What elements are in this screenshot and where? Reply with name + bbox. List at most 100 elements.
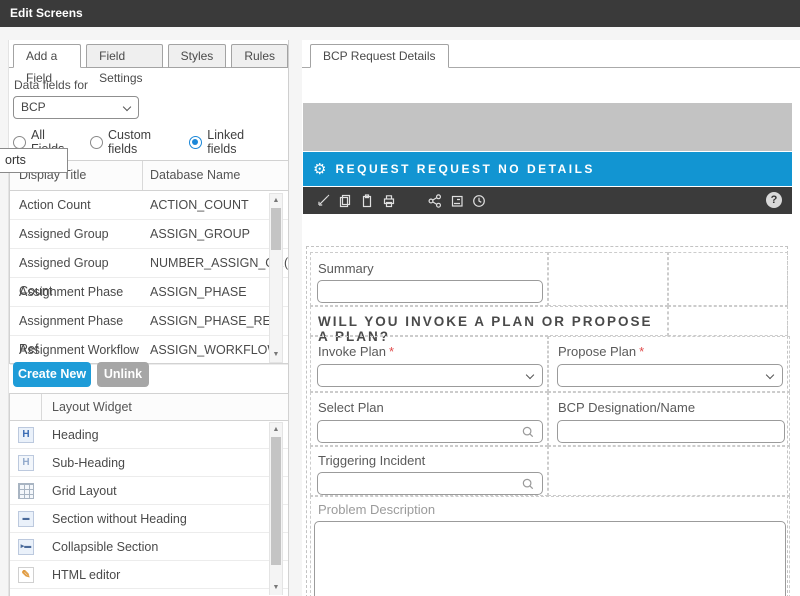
chevron-down-icon [525,370,535,380]
cell-display-title: Assignment Phase [19,285,124,299]
widget-row-section-without-heading[interactable]: ▬ Section without Heading [10,505,288,533]
help-icon[interactable]: ? [766,192,782,208]
widget-label: HTML editor [52,567,121,582]
table-row[interactable]: Assignment Workflow ASSIGN_WORKFLOW [10,336,288,365]
entity-select-value: BCP [21,100,46,114]
cell-bcp-designation: BCP Designation/Name [548,392,790,446]
problem-description-textarea[interactable] [314,521,786,596]
history-icon[interactable] [471,193,487,209]
widget-row-heading[interactable]: H Heading [10,421,288,449]
table-row[interactable]: Assignment Phase Ref ASSIGN_PHASE_REF [10,307,288,356]
unlink-button[interactable]: Unlink [97,362,149,387]
select-plan-input[interactable] [317,420,543,443]
label-text: Invoke Plan [318,344,386,359]
widget-row-sub-heading[interactable]: H Sub-Heading [10,449,288,477]
fields-table-scrollbar[interactable]: ▲ ▼ [269,193,283,363]
cell-database-name: ASSIGN_GROUP [150,227,251,241]
required-marker: * [639,344,645,359]
scroll-up-icon[interactable]: ▲ [270,424,282,436]
linked-fields-table: Display Title Database Name Action Count… [9,160,289,365]
tab-styles[interactable]: Styles [167,44,227,68]
copy-icon[interactable] [337,193,353,209]
field-editor-panel: Add a Field Field Settings Styles Rules … [8,40,289,596]
search-icon [521,425,535,444]
table-row[interactable]: Assigned Group ASSIGN_GROUP [10,220,288,249]
layout-widget-table: Layout Widget H Heading H Sub-Heading Gr… [9,393,289,596]
tab-add-a-field[interactable]: Add a Field [13,44,82,85]
icon-column-header [10,394,42,420]
table-row[interactable]: Assigned Group Count NUMBER_ASSIGN_GR( [10,249,288,298]
search-icon [521,477,535,496]
scroll-up-icon[interactable]: ▲ [270,195,282,207]
sub-heading-icon: H [18,454,34,471]
cell-database-name: ACTION_COUNT [150,198,249,212]
cell-display-title: Assigned Group Count [19,256,109,298]
propose-plan-select[interactable] [557,364,783,387]
problem-description-label: Problem Description [318,502,436,517]
widget-row-html-editor[interactable]: ✎ HTML editor [10,561,288,589]
table-row[interactable]: Action Count ACTION_COUNT [10,191,288,220]
tab-bcp-request-details[interactable]: BCP Request Details [310,44,449,68]
empty-cell [668,306,788,336]
chevron-down-icon [765,370,775,380]
triggering-incident-input[interactable] [317,472,543,495]
radio-custom-fields-label[interactable]: Custom fields [108,128,175,156]
form-toolbar: ? [303,187,792,214]
radio-linked-fields-label[interactable]: Linked fields [207,128,269,156]
data-fields-for-label: Data fields for [14,78,89,92]
collapsible-section-icon: ▸▬ [18,538,34,555]
widget-row-collapsible-section[interactable]: ▸▬ Collapsible Section [10,533,288,561]
tab-rules[interactable]: Rules [231,44,288,68]
gear-icon[interactable]: ⚙ [313,160,326,178]
widget-label: Heading [52,427,99,442]
html-editor-icon: ✎ [18,566,34,583]
print-icon[interactable] [381,193,397,209]
radio-all-fields[interactable] [13,135,26,149]
cell-database-name: ASSIGN_PHASE [150,285,247,299]
cell-invoke-plan: Invoke Plan * [310,336,548,392]
create-new-button[interactable]: Create New [13,362,91,387]
invoke-plan-select[interactable] [317,364,543,387]
chevron-down-icon [122,102,132,112]
widget-label: Section without Heading [52,511,187,526]
bcp-designation-input[interactable] [557,420,785,443]
section-header-title: REQUEST REQUEST NO DETAILS [335,162,595,176]
grid-layout-icon [18,482,34,499]
window-title: Edit Screens [10,6,83,20]
scroll-down-icon[interactable]: ▼ [270,582,282,594]
left-tabrow: Add a Field Field Settings Styles Rules [9,44,288,85]
radio-custom-fields[interactable] [90,135,104,149]
paste-icon[interactable] [359,193,375,209]
triggering-incident-label: Triggering Incident [318,453,426,468]
scrollbar-thumb[interactable] [271,437,281,565]
cell-database-name: ASSIGN_WORKFLOW [150,343,280,357]
share-icon[interactable] [427,193,443,209]
collapse-icon[interactable] [315,193,331,209]
widget-label: Sub-Heading [52,455,125,470]
col-database-name: Database Name [142,161,288,190]
empty-cell [548,446,790,496]
layout-widget-header: Layout Widget [10,394,288,421]
entity-select[interactable]: BCP [13,96,139,119]
screen-preview-panel: BCP Request Details ⚙ REQUEST REQUEST NO… [302,40,800,596]
tooltip: orts [0,148,68,173]
cell-question-heading: WILL YOU INVOKE A PLAN OR PROPOSE A PLAN… [310,306,668,344]
widget-row-grid-layout[interactable]: Grid Layout [10,477,288,505]
tab-field-settings[interactable]: Field Settings [86,44,163,85]
scroll-down-icon[interactable]: ▼ [270,349,282,361]
radio-linked-fields[interactable] [189,135,203,149]
widgets-scrollbar[interactable]: ▲ ▼ [269,422,283,595]
banner-placeholder [303,103,792,151]
right-tabrow: BCP Request Details [302,44,800,68]
cell-database-name: ASSIGN_PHASE_REF [150,314,279,328]
summary-label: Summary [318,261,374,276]
heading-icon: H [18,426,34,443]
report-icon[interactable] [449,193,465,209]
bcp-designation-label: BCP Designation/Name [558,400,696,415]
label-text: Propose Plan [558,344,637,359]
cell-problem-description: Problem Description [310,496,790,596]
scrollbar-thumb[interactable] [271,208,281,250]
summary-input[interactable] [317,280,543,303]
cell-display-title: Assigned Group [19,227,109,241]
table-row[interactable]: Assignment Phase ASSIGN_PHASE [10,278,288,307]
